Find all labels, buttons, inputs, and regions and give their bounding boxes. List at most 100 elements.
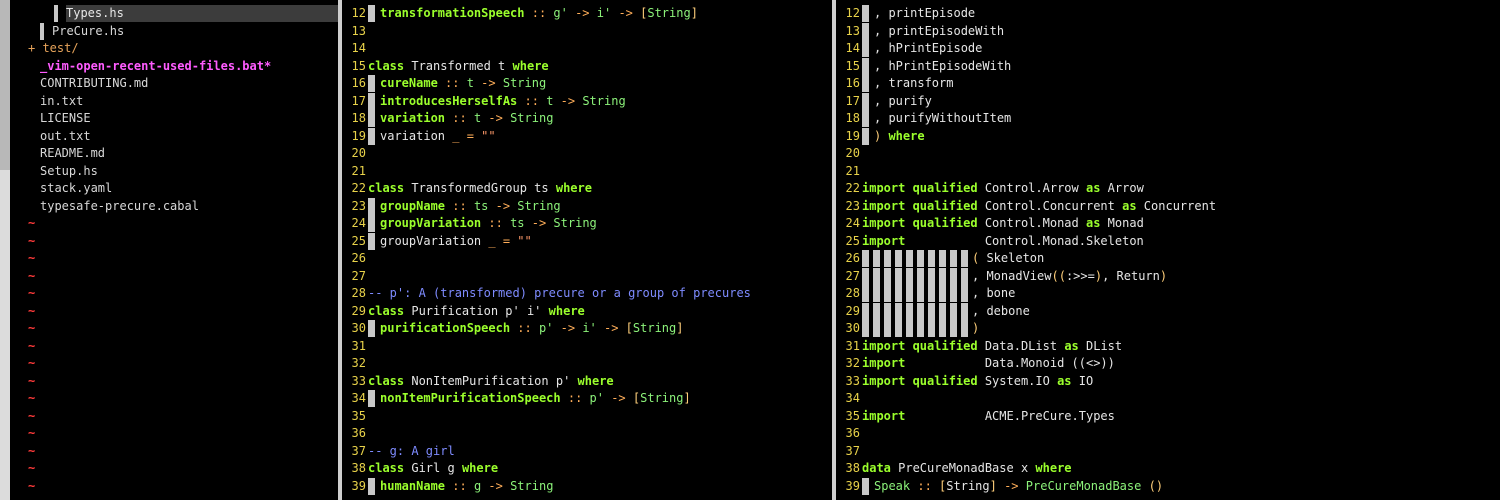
tree-item[interactable]: LICENSE — [40, 110, 91, 127]
code-token: class — [368, 181, 412, 195]
tree-item[interactable]: stack.yaml — [40, 180, 112, 197]
code-line[interactable]: 31 import qualified Data.DList as DList — [836, 338, 1123, 355]
code-line[interactable]: 24 groupVariation :: ts -> String — [342, 215, 597, 232]
code-token: Girl g — [411, 461, 462, 475]
code-line[interactable]: 14 — [342, 40, 368, 57]
code-token: import — [862, 233, 985, 248]
code-line[interactable]: 37 — [836, 443, 862, 460]
code-line[interactable]: 39 Speak :: [String] -> PreCureMonadBase … — [836, 477, 1163, 495]
line-number: 15 — [845, 58, 860, 73]
code-token: -> — [996, 478, 1026, 493]
code-line[interactable]: 29 , debone — [836, 302, 1030, 320]
line-number: 27 — [351, 268, 366, 283]
code-line[interactable]: 13 — [342, 23, 368, 40]
code-line[interactable]: 25 groupVariation _ = "" — [342, 232, 532, 250]
tree-item[interactable]: _vim-open-recent-used-files.bat* — [40, 58, 271, 75]
code-line[interactable]: 28 -- p': A (transformed) precure or a gr… — [342, 285, 751, 302]
code-line[interactable]: 30 purificationSpeech :: p' -> i' -> [Str… — [342, 320, 684, 337]
code-line[interactable]: 12 , printEpisode — [836, 5, 975, 22]
tree-item[interactable]: Setup.hs — [40, 163, 98, 180]
code-line[interactable]: 16 , transform — [836, 75, 953, 92]
code-line[interactable]: 34 nonItemPurificationSpeech :: p' -> [St… — [342, 390, 691, 407]
code-line[interactable]: 36 — [836, 425, 862, 442]
indent-guide — [368, 320, 375, 337]
code-line[interactable]: 32 — [342, 355, 368, 372]
code-line[interactable]: 22 import qualified Control.Arrow as Arro… — [836, 180, 1144, 197]
indent-guide — [961, 250, 968, 267]
file-tree-pane[interactable]: Types.hs PreCure.hs + test/_vim-open-recen… — [10, 0, 338, 500]
tree-item[interactable]: typesafe-precure.cabal — [40, 198, 199, 215]
code-line[interactable]: 23 import qualified Control.Concurrent as… — [836, 198, 1217, 215]
code-line[interactable]: 15 class Transformed t where — [342, 58, 549, 75]
code-token: Monad — [1107, 216, 1144, 230]
code-line[interactable]: 25 import Control.Monad.Skeleton — [836, 233, 1144, 250]
indent-guide — [862, 267, 869, 285]
line-number: 16 — [351, 76, 366, 90]
left-scrollbar[interactable] — [0, 0, 10, 500]
indent-guide — [873, 302, 880, 320]
tree-item[interactable]: README.md — [40, 145, 105, 162]
code-token: -> — [567, 6, 597, 20]
editor-pane-types[interactable]: 12 transformationSpeech :: g' -> i' -> [S… — [342, 0, 832, 500]
code-line[interactable]: 18 , purifyWithoutItem — [836, 110, 1011, 127]
code-line[interactable]: 38 class Girl g where — [342, 460, 499, 477]
line-number: 30 — [845, 321, 860, 335]
code-line[interactable]: 21 — [836, 163, 862, 180]
code-line[interactable]: 33 class NonItemPurification p' where — [342, 373, 614, 390]
code-line[interactable]: 12 transformationSpeech :: g' -> i' -> [S… — [342, 5, 698, 22]
indent-guide — [961, 320, 968, 337]
code-line[interactable]: 34 — [836, 390, 862, 407]
tree-item[interactable]: Types.hs — [66, 5, 338, 22]
code-line[interactable]: 23 groupName :: ts -> String — [342, 197, 561, 215]
code-line[interactable]: 16 cureName :: t -> String — [342, 75, 546, 92]
line-number: 32 — [351, 356, 366, 370]
code-line[interactable]: 13 , printEpisodeWith — [836, 22, 1004, 40]
code-line[interactable]: 26 — [342, 250, 368, 267]
code-line[interactable]: 36 — [342, 425, 368, 442]
editor-pane-precure[interactable]: 12 , printEpisode 13 , printEpisodeWith 14 , … — [836, 0, 1500, 500]
code-line[interactable]: 14 , hPrintEpisode — [836, 40, 982, 57]
code-line[interactable]: 32 import Data.Monoid ((<>)) — [836, 355, 1115, 372]
code-token: import qualified — [862, 181, 985, 195]
code-line[interactable]: 28 , bone — [836, 285, 1015, 302]
code-line[interactable]: 30) — [836, 320, 979, 337]
code-line[interactable]: 35 import ACME.PreCure.Types — [836, 408, 1115, 425]
code-token: -> — [603, 391, 633, 405]
code-token: String — [510, 111, 554, 125]
code-line[interactable]: 37 -- g: A girl — [342, 443, 455, 460]
code-line[interactable]: 24 import qualified Control.Monad as Mona… — [836, 215, 1144, 232]
code-line[interactable]: 27 — [342, 268, 368, 285]
code-line[interactable]: 20 — [836, 145, 862, 162]
code-line[interactable]: 31 — [342, 338, 368, 355]
code-line[interactable]: 26 ( Skeleton — [836, 250, 1044, 267]
code-token: ] — [683, 391, 691, 405]
code-line[interactable]: 22 class TransformedGroup ts where — [342, 180, 592, 197]
code-line[interactable]: 39 humanName :: g -> String — [342, 477, 553, 495]
code-line[interactable]: 29 class Purification p' i' where — [342, 303, 585, 320]
tree-item[interactable]: CONTRIBUTING.md — [40, 75, 148, 92]
tree-guide — [54, 5, 58, 22]
code-line[interactable]: 17 introducesHerselfAs :: t -> String — [342, 92, 626, 110]
line-number: 21 — [845, 163, 860, 178]
code-line[interactable]: 27 , MonadView((:>>=), Return) — [836, 267, 1167, 285]
tree-item[interactable]: in.txt — [40, 93, 83, 110]
scrollbar-thumb[interactable] — [0, 0, 10, 170]
code-line[interactable]: 20 — [342, 145, 368, 162]
indent-guide — [884, 250, 891, 267]
code-line[interactable]: 35 — [342, 408, 368, 425]
line-number: 16 — [845, 76, 860, 90]
code-line[interactable]: 21 — [342, 163, 368, 180]
code-line[interactable]: 18 variation :: t -> String — [342, 110, 553, 127]
code-line[interactable]: 15 , hPrintEpisodeWith — [836, 57, 1011, 75]
empty-line-marker: ~ — [28, 216, 36, 230]
code-line[interactable]: 19) where — [836, 127, 925, 145]
code-line[interactable]: 33 import qualified System.IO as IO — [836, 373, 1094, 390]
tree-item[interactable]: + test/ — [28, 40, 79, 57]
code-line[interactable]: 17 , purify — [836, 92, 932, 110]
indent-guide — [961, 285, 968, 302]
code-line[interactable]: 19 variation _ = "" — [342, 127, 496, 145]
code-token: "" — [481, 128, 496, 143]
tree-item[interactable]: out.txt — [40, 128, 91, 145]
tree-item[interactable]: PreCure.hs — [52, 23, 124, 40]
code-line[interactable]: 38 data PreCureMonadBase x where — [836, 460, 1072, 477]
